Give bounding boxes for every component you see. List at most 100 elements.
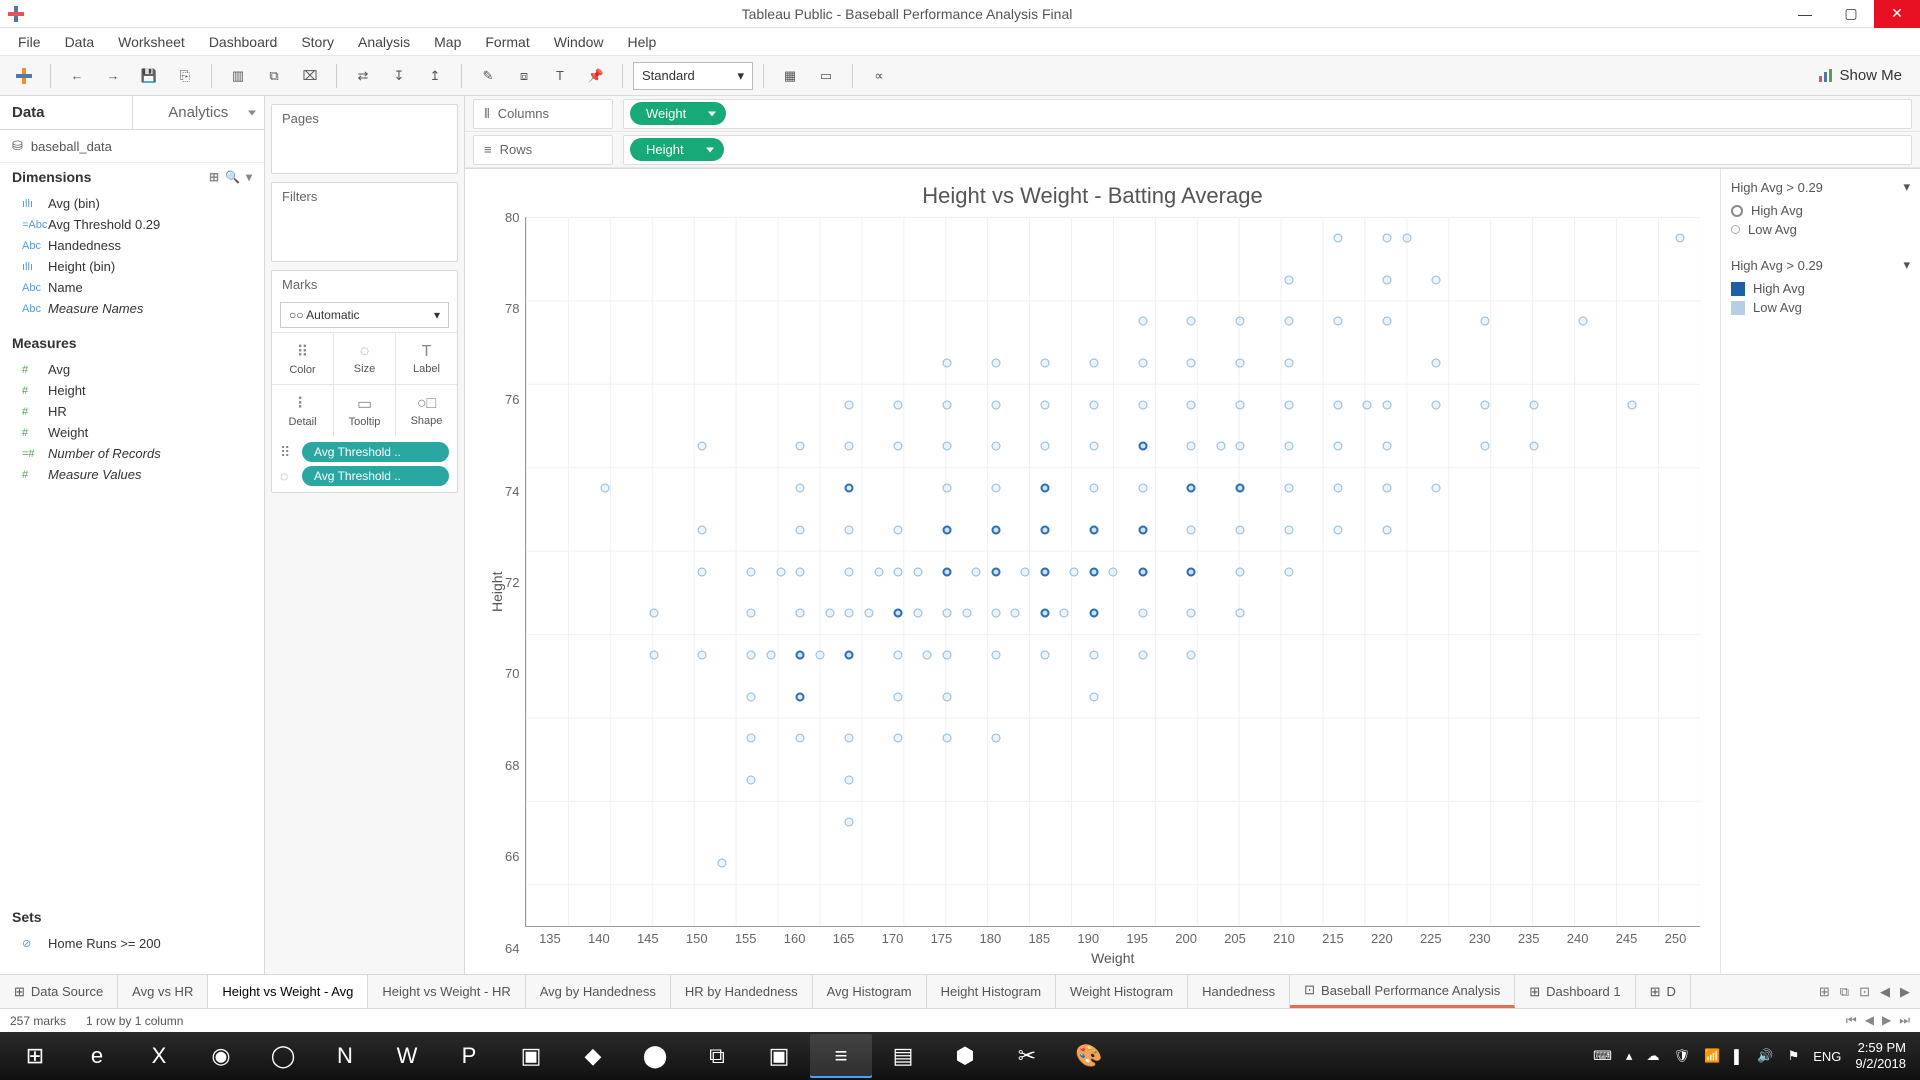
mark-label[interactable]: TLabel xyxy=(396,332,457,384)
data-point[interactable] xyxy=(991,400,1000,409)
data-point[interactable] xyxy=(1138,358,1147,367)
field-item[interactable]: ıllıHeight (bin) xyxy=(0,256,264,277)
view-icon[interactable]: ⊞ xyxy=(209,170,219,184)
data-point[interactable] xyxy=(1383,317,1392,326)
wifi-icon[interactable]: 📶 xyxy=(1704,1048,1720,1064)
taskbar-app[interactable]: W xyxy=(376,1034,438,1078)
data-point[interactable] xyxy=(1285,400,1294,409)
data-point[interactable] xyxy=(894,650,903,659)
field-item[interactable]: =#Number of Records xyxy=(0,443,264,464)
data-point[interactable] xyxy=(942,400,951,409)
taskbar-app[interactable]: X xyxy=(128,1034,190,1078)
data-point[interactable] xyxy=(1529,400,1538,409)
data-point[interactable] xyxy=(845,567,854,576)
data-point[interactable] xyxy=(766,650,775,659)
data-point[interactable] xyxy=(796,484,805,493)
data-point[interactable] xyxy=(1383,525,1392,534)
data-point[interactable] xyxy=(1334,525,1343,534)
data-point[interactable] xyxy=(1187,609,1196,618)
field-item[interactable]: ıllıAvg (bin) xyxy=(0,193,264,214)
data-point[interactable] xyxy=(1138,567,1147,576)
legend-item[interactable]: High Avg xyxy=(1731,201,1910,220)
menu-data[interactable]: Data xyxy=(53,30,107,54)
data-point[interactable] xyxy=(1431,358,1440,367)
data-point[interactable] xyxy=(1578,317,1587,326)
data-point[interactable] xyxy=(1040,400,1049,409)
data-point[interactable] xyxy=(1187,650,1196,659)
save-button[interactable]: 💾 xyxy=(133,61,165,91)
data-point[interactable] xyxy=(962,609,971,618)
data-point[interactable] xyxy=(1480,400,1489,409)
field-item[interactable]: AbcHandedness xyxy=(0,235,264,256)
columns-shelf[interactable]: ⦀Columns Weight xyxy=(465,96,1920,132)
data-point[interactable] xyxy=(1334,233,1343,242)
menu-worksheet[interactable]: Worksheet xyxy=(106,30,197,54)
mark-pill[interactable]: ⠿Avg Threshold .. xyxy=(280,442,449,462)
sheet-tab[interactable]: Handedness xyxy=(1188,975,1290,1008)
data-point[interactable] xyxy=(1236,567,1245,576)
data-point[interactable] xyxy=(698,567,707,576)
data-point[interactable] xyxy=(796,525,805,534)
data-point[interactable] xyxy=(1480,317,1489,326)
pin-button[interactable]: 📌 xyxy=(580,61,612,91)
data-point[interactable] xyxy=(942,650,951,659)
data-point[interactable] xyxy=(1431,484,1440,493)
data-point[interactable] xyxy=(1040,484,1049,493)
prev-button[interactable]: ◀ xyxy=(1865,1013,1874,1028)
field-item[interactable]: ⊘Home Runs >= 200 xyxy=(0,933,264,954)
data-point[interactable] xyxy=(942,609,951,618)
field-item[interactable]: #Measure Values xyxy=(0,464,264,485)
keyboard-icon[interactable]: ⌨ xyxy=(1593,1048,1612,1064)
taskbar-app[interactable]: ⧉ xyxy=(686,1034,748,1078)
new-worksheet-button[interactable]: ▥ xyxy=(222,61,254,91)
data-point[interactable] xyxy=(845,609,854,618)
data-point[interactable] xyxy=(1431,400,1440,409)
data-point[interactable] xyxy=(747,692,756,701)
data-point[interactable] xyxy=(1138,484,1147,493)
pages-card[interactable]: Pages xyxy=(271,104,458,174)
data-point[interactable] xyxy=(776,567,785,576)
field-item[interactable]: #Height xyxy=(0,380,264,401)
fit-dropdown[interactable]: Standard▾ xyxy=(633,62,753,90)
data-point[interactable] xyxy=(600,484,609,493)
share-button[interactable]: ∝ xyxy=(863,61,895,91)
taskbar-app[interactable]: ⊞ xyxy=(4,1034,66,1078)
data-point[interactable] xyxy=(894,442,903,451)
data-point[interactable] xyxy=(991,609,1000,618)
data-point[interactable] xyxy=(1089,525,1098,534)
taskbar-app[interactable]: ◯ xyxy=(252,1034,314,1078)
legend-item[interactable]: Low Avg xyxy=(1731,220,1910,239)
data-point[interactable] xyxy=(1021,567,1030,576)
sheet-tab[interactable]: Weight Histogram xyxy=(1056,975,1188,1008)
data-point[interactable] xyxy=(1285,484,1294,493)
data-point[interactable] xyxy=(649,609,658,618)
data-point[interactable] xyxy=(1138,525,1147,534)
mark-type-dropdown[interactable]: ○○ Automatic▾ xyxy=(280,302,449,328)
data-point[interactable] xyxy=(1089,358,1098,367)
data-point[interactable] xyxy=(815,650,824,659)
show-me-button[interactable]: Show Me xyxy=(1817,67,1912,84)
data-point[interactable] xyxy=(1383,484,1392,493)
sheet-tab[interactable]: ⊞Dashboard 1 xyxy=(1515,975,1635,1008)
data-point[interactable] xyxy=(796,442,805,451)
data-point[interactable] xyxy=(1089,650,1098,659)
mark-detail[interactable]: ⠇Detail xyxy=(272,384,334,436)
taskbar-app[interactable]: ◆ xyxy=(562,1034,624,1078)
language-indicator[interactable]: ENG xyxy=(1813,1049,1841,1064)
taskbar-app[interactable]: e xyxy=(66,1034,128,1078)
data-point[interactable] xyxy=(1089,567,1098,576)
data-point[interactable] xyxy=(1236,484,1245,493)
labels-button[interactable]: T xyxy=(544,61,576,91)
data-point[interactable] xyxy=(845,400,854,409)
data-point[interactable] xyxy=(1236,525,1245,534)
taskbar-app[interactable]: ⬢ xyxy=(934,1034,996,1078)
taskbar-app[interactable]: 🎨 xyxy=(1058,1034,1120,1078)
field-item[interactable]: #HR xyxy=(0,401,264,422)
data-point[interactable] xyxy=(1187,358,1196,367)
data-point[interactable] xyxy=(796,650,805,659)
data-point[interactable] xyxy=(942,442,951,451)
data-point[interactable] xyxy=(1285,442,1294,451)
data-point[interactable] xyxy=(1236,442,1245,451)
shape-legend[interactable]: High Avg > 0.29▾ High AvgLow Avg xyxy=(1731,179,1910,239)
data-point[interactable] xyxy=(1187,567,1196,576)
